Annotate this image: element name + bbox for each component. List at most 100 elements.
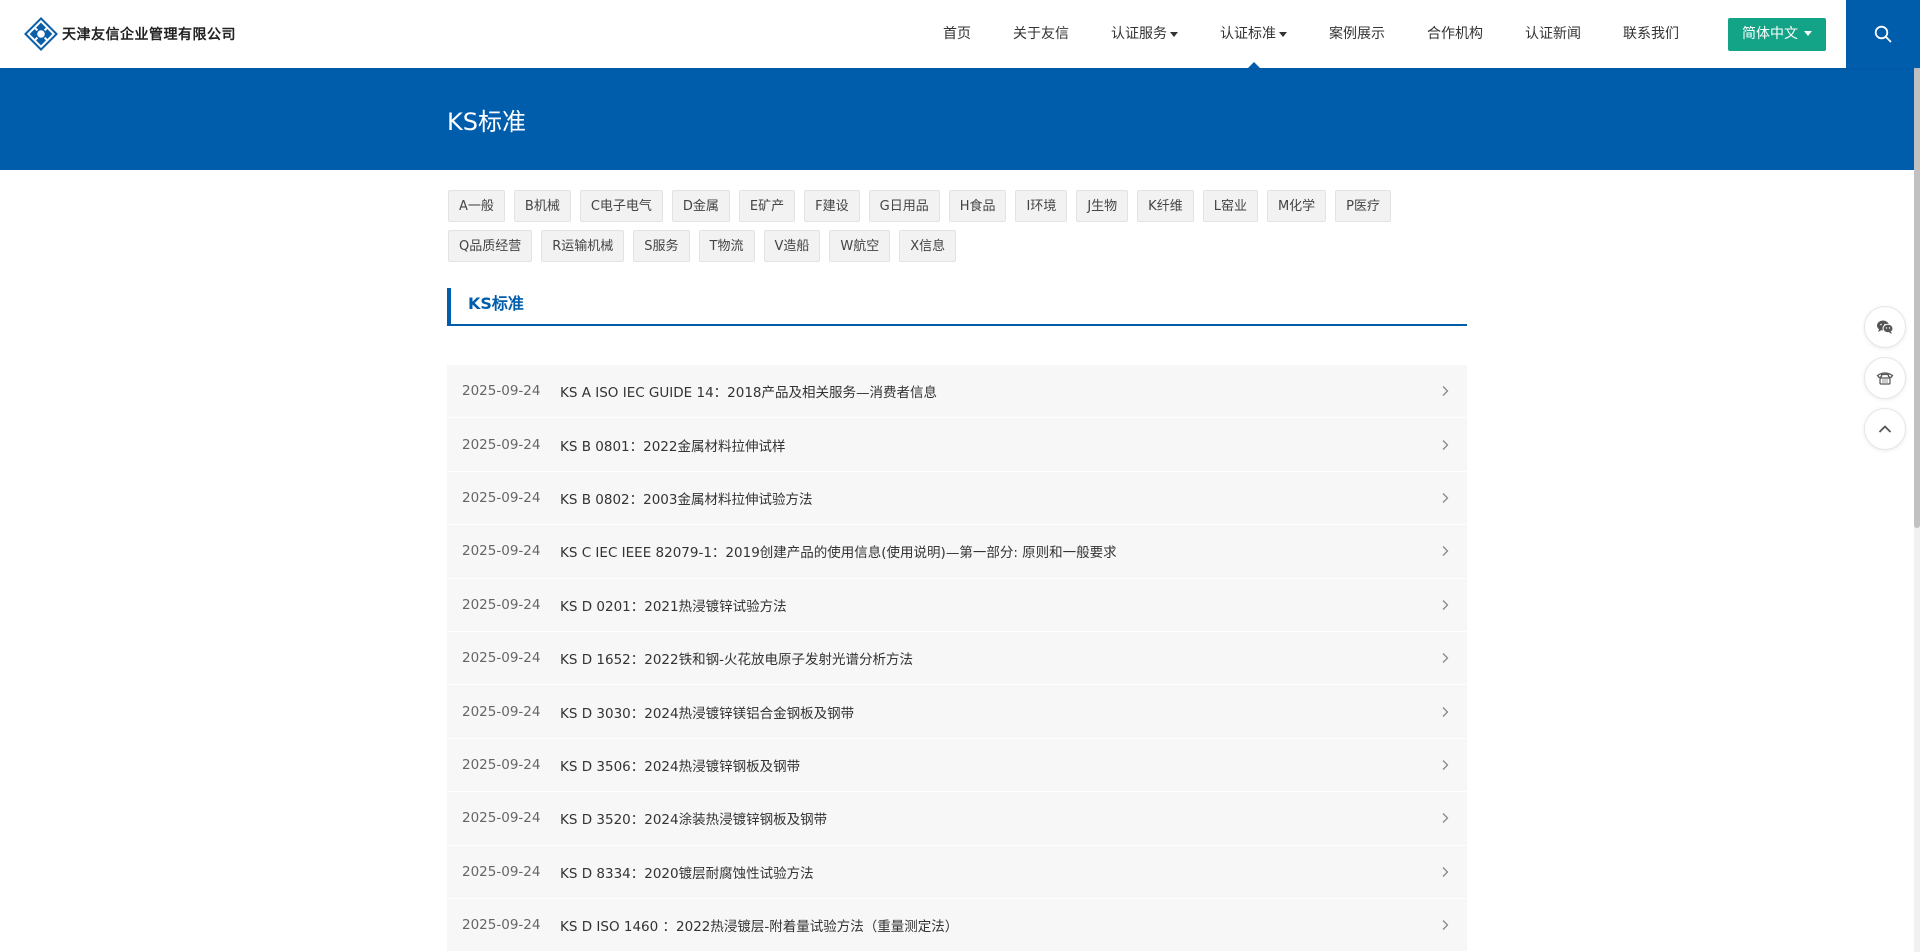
floating-toolbar: [1864, 306, 1906, 459]
list-item[interactable]: 2025-09-24 KS D 1652：2022铁和钢-火花放电原子发射光谱分…: [447, 631, 1467, 686]
category-tags: A一般 B机械 C电子电气 D金属 E矿产 F建设 G日用品 H食品 I环境 J…: [448, 190, 1468, 270]
category-tag[interactable]: I环境: [1015, 190, 1068, 222]
category-tag[interactable]: A一般: [448, 190, 505, 222]
item-date: 2025-09-24: [462, 543, 541, 560]
language-label: 简体中文: [1742, 25, 1798, 42]
category-tag[interactable]: L窑业: [1202, 190, 1258, 222]
nav-item-contact[interactable]: 联系我们: [1602, 0, 1700, 68]
nav-label: 认证标准: [1220, 26, 1276, 42]
item-title: KS A ISO IEC GUIDE 14：2018产品及相关服务—消费者信息: [560, 385, 938, 402]
nav-label: 联系我们: [1623, 26, 1679, 42]
nav-label: 关于友信: [1013, 26, 1069, 42]
nav-label: 合作机构: [1427, 26, 1483, 42]
section-title: KS标准: [468, 294, 524, 313]
site-header: 天津友信企业管理有限公司 首页 关于友信 认证服务 认证标准 案例展示 合作机构…: [0, 0, 1920, 68]
category-tag[interactable]: F建设: [804, 190, 860, 222]
item-date: 2025-09-24: [462, 383, 541, 400]
item-date: 2025-09-24: [462, 917, 541, 934]
nav-item-partners[interactable]: 合作机构: [1406, 0, 1504, 68]
item-title: KS B 0801：2022金属材料拉伸试样: [560, 438, 786, 455]
chevron-right-icon: [1442, 866, 1449, 877]
chevron-right-icon: [1442, 653, 1449, 664]
chevron-right-icon: [1442, 599, 1449, 610]
phone-button[interactable]: [1864, 357, 1906, 399]
nav-item-about[interactable]: 关于友信: [992, 0, 1090, 68]
item-date: 2025-09-24: [462, 650, 541, 667]
nav-label: 首页: [943, 26, 971, 42]
category-tag[interactable]: J生物: [1076, 190, 1129, 222]
list-item[interactable]: 2025-09-24 KS B 0801：2022金属材料拉伸试样: [447, 418, 1467, 472]
chevron-right-icon: [1442, 706, 1449, 717]
category-tag[interactable]: M化学: [1266, 190, 1327, 222]
chevron-right-icon: [1442, 386, 1449, 397]
list-item[interactable]: 2025-09-24 KS D 3506：2024热浸镀锌钢板及钢带: [447, 738, 1467, 793]
item-date: 2025-09-24: [462, 596, 541, 613]
wechat-icon: [1877, 320, 1894, 334]
item-title: KS B 0802：2003金属材料拉伸试验方法: [560, 491, 813, 508]
list-item[interactable]: 2025-09-24 KS D 8334：2020镀层耐腐蚀性试验方法: [447, 845, 1467, 899]
category-tag[interactable]: H食品: [948, 190, 1007, 222]
item-title: KS D 3520：2024涂装热浸镀锌钢板及钢带: [560, 812, 828, 829]
chevron-right-icon: [1442, 920, 1449, 931]
site-logo[interactable]: 天津友信企业管理有限公司: [24, 17, 236, 51]
item-date: 2025-09-24: [462, 756, 541, 773]
category-tag[interactable]: G日用品: [868, 190, 940, 222]
list-item[interactable]: 2025-09-24 KS D 0201：2021热浸镀锌试验方法: [447, 578, 1467, 632]
nav-item-home[interactable]: 首页: [922, 0, 992, 68]
list-item[interactable]: 2025-09-24 KS A ISO IEC GUIDE 14：2018产品及…: [447, 365, 1467, 419]
category-tag[interactable]: T物流: [698, 230, 755, 262]
category-tag[interactable]: C电子电气: [579, 190, 663, 222]
category-tag[interactable]: P医疗: [1335, 190, 1392, 222]
item-date: 2025-09-24: [462, 436, 541, 453]
list-item[interactable]: 2025-09-24 KS D ISO 1460 ：2022热浸镀层-附着量试验…: [447, 898, 1467, 952]
category-tag[interactable]: R运输机械: [541, 230, 625, 262]
nav-item-news[interactable]: 认证新闻: [1504, 0, 1602, 68]
category-tag[interactable]: V造船: [763, 230, 821, 262]
caret-down-icon: [1279, 31, 1287, 37]
nav-item-standards[interactable]: 认证标准: [1199, 0, 1308, 68]
list-item[interactable]: 2025-09-24 KS D 3520：2024涂装热浸镀锌钢板及钢带: [447, 792, 1467, 846]
wechat-button[interactable]: [1864, 306, 1906, 348]
nav-label: 认证服务: [1111, 26, 1167, 42]
nav-item-services[interactable]: 认证服务: [1090, 0, 1199, 68]
item-date: 2025-09-24: [462, 810, 541, 827]
item-title: KS C IEC IEEE 82079-1：2019创建产品的使用信息(使用说明…: [560, 545, 1117, 562]
category-tag[interactable]: S服务: [633, 230, 690, 262]
language-dropdown-button[interactable]: 简体中文: [1728, 17, 1826, 51]
chevron-right-icon: [1442, 759, 1449, 770]
nav-item-cases[interactable]: 案例展示: [1308, 0, 1406, 68]
list-item[interactable]: 2025-09-24 KS C IEC IEEE 82079-1：2019创建产…: [447, 525, 1467, 579]
search-button[interactable]: [1846, 0, 1920, 68]
list-item[interactable]: 2025-09-24 KS D 3030：2024热浸镀锌镁铝合金钢板及钢带: [447, 685, 1467, 739]
company-name: 天津友信企业管理有限公司: [62, 27, 236, 43]
nav-label: 案例展示: [1329, 26, 1385, 42]
nav-label: 认证新闻: [1525, 26, 1581, 42]
item-date: 2025-09-24: [462, 703, 541, 720]
category-tag[interactable]: X信息: [899, 230, 957, 262]
item-date: 2025-09-24: [462, 489, 541, 506]
category-tag[interactable]: B机械: [513, 190, 571, 222]
item-date: 2025-09-24: [462, 863, 541, 880]
page-banner: KS标准: [0, 68, 1920, 170]
category-tag[interactable]: E矿产: [738, 190, 796, 222]
list-item[interactable]: 2025-09-24 KS B 0802：2003金属材料拉伸试验方法: [447, 471, 1467, 526]
page-scrollbar[interactable]: [1914, 0, 1920, 952]
chevron-up-icon: [1878, 425, 1892, 433]
chevron-right-icon: [1442, 493, 1449, 503]
back-to-top-button[interactable]: [1864, 408, 1906, 450]
item-title: KS D ISO 1460 ：2022热浸镀层-附着量试验方法（重量测定法）: [560, 919, 959, 936]
caret-down-icon: [1170, 31, 1178, 37]
category-tag[interactable]: D金属: [671, 190, 730, 222]
chevron-right-icon: [1442, 813, 1449, 824]
page-title: KS标准: [447, 108, 526, 136]
scrollbar-thumb[interactable]: [1914, 0, 1920, 528]
main-nav: 首页 关于友信 认证服务 认证标准 案例展示 合作机构 认证新闻 联系我们 简体…: [922, 0, 1920, 68]
chevron-right-icon: [1442, 439, 1449, 450]
category-tag[interactable]: W航空: [829, 230, 891, 262]
phone-icon: [1876, 372, 1894, 385]
item-title: KS D 3030：2024热浸镀锌镁铝合金钢板及钢带: [560, 705, 855, 722]
category-tag[interactable]: K纤维: [1137, 190, 1194, 222]
category-tag[interactable]: Q品质经营: [448, 230, 533, 262]
chevron-right-icon: [1442, 546, 1449, 557]
search-icon: [1874, 25, 1892, 43]
